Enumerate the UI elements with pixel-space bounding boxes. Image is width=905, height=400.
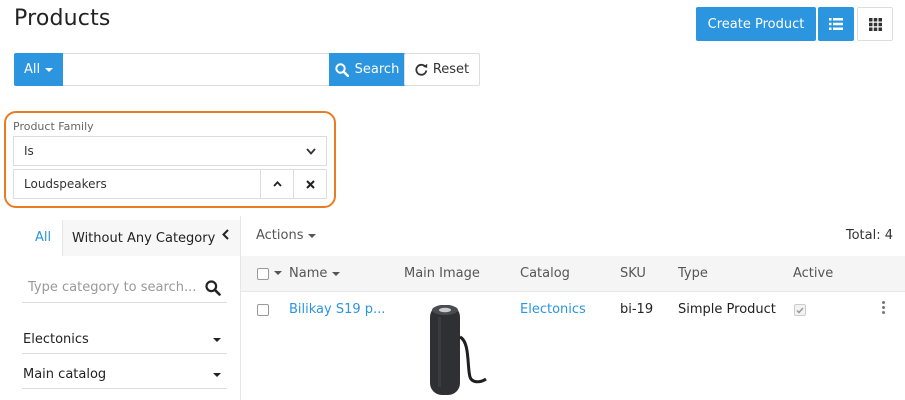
- reset-button-label: Reset: [432, 62, 470, 77]
- filter-collapse-button[interactable]: [260, 169, 294, 199]
- catalog-link[interactable]: Electonics: [520, 302, 586, 317]
- collapse-panel-button[interactable]: [222, 229, 229, 244]
- search-icon: [205, 279, 221, 296]
- category-item-label: Electonics: [23, 332, 89, 347]
- caret-down-icon: [213, 337, 221, 342]
- active-checkbox: [794, 304, 806, 316]
- type-cell: Simple Product: [678, 302, 776, 317]
- category-search-placeholder: Type category to search...: [28, 280, 197, 295]
- column-header-label: Name: [289, 266, 328, 281]
- row-menu-icon[interactable]: [882, 301, 885, 314]
- tab-without-category[interactable]: Without Any Category: [62, 220, 240, 256]
- category-search-input[interactable]: Type category to search...: [22, 273, 227, 303]
- chevron-left-icon: [222, 229, 229, 240]
- category-item[interactable]: Electonics: [22, 326, 227, 354]
- row-divider: [241, 291, 905, 292]
- actions-dropdown[interactable]: Actions: [256, 228, 316, 243]
- chevron-down-icon: [306, 147, 316, 155]
- page-title: Products: [14, 6, 111, 31]
- column-header-name[interactable]: Name: [289, 266, 341, 281]
- column-header-type: Type: [678, 266, 708, 281]
- menu-dot: [882, 301, 885, 304]
- category-item[interactable]: Main catalog: [22, 361, 227, 389]
- panel-divider: [240, 216, 241, 400]
- filter-field-label: Product Family: [13, 120, 94, 133]
- select-all-checkbox[interactable]: [257, 268, 269, 280]
- speaker-image: [430, 305, 487, 395]
- close-icon: [305, 179, 315, 189]
- menu-dot: [882, 311, 885, 314]
- list-view-button[interactable]: [818, 7, 854, 41]
- row-checkbox[interactable]: [257, 304, 269, 316]
- sort-caret-icon: [332, 271, 341, 276]
- filter-value-field[interactable]: Loudspeakers: [13, 169, 261, 199]
- reset-button[interactable]: Reset: [404, 53, 480, 86]
- search-scope-dropdown[interactable]: All: [14, 53, 63, 86]
- column-header-catalog: Catalog: [520, 266, 570, 281]
- refresh-icon: [415, 63, 428, 76]
- total-count: Total: 4: [845, 228, 893, 243]
- sku-cell: bi-19: [620, 302, 654, 317]
- search-button-label: Search: [354, 62, 400, 77]
- caret-down-icon[interactable]: [274, 271, 282, 275]
- caret-down-icon: [45, 67, 54, 72]
- chevron-up-icon: [272, 181, 282, 187]
- search-icon: [334, 62, 349, 77]
- check-icon: [796, 307, 804, 314]
- product-name-link[interactable]: Bilikay S19 p...: [289, 302, 385, 317]
- search-scope-label: All: [23, 62, 41, 77]
- grid-view-button[interactable]: [857, 7, 893, 41]
- search-input[interactable]: [63, 53, 330, 86]
- filter-value-text: Loudspeakers: [24, 177, 107, 191]
- filter-remove-button[interactable]: [293, 169, 327, 199]
- create-product-button[interactable]: Create Product: [696, 7, 816, 41]
- caret-down-icon: [307, 233, 316, 238]
- product-image[interactable]: [404, 297, 496, 400]
- search-button[interactable]: Search: [329, 53, 405, 86]
- tab-all-categories[interactable]: All: [35, 230, 51, 245]
- menu-dot: [882, 306, 885, 309]
- filter-operator-value: Is: [24, 144, 34, 158]
- column-header-sku: SKU: [620, 266, 646, 281]
- filter-operator-select[interactable]: Is: [13, 136, 327, 166]
- caret-down-icon: [213, 372, 221, 377]
- grid-icon: [868, 17, 882, 31]
- column-header-main-image: Main Image: [404, 266, 480, 281]
- actions-label: Actions: [256, 228, 304, 243]
- category-item-label: Main catalog: [23, 367, 107, 382]
- column-header-active: Active: [793, 266, 834, 281]
- list-icon: [829, 18, 843, 30]
